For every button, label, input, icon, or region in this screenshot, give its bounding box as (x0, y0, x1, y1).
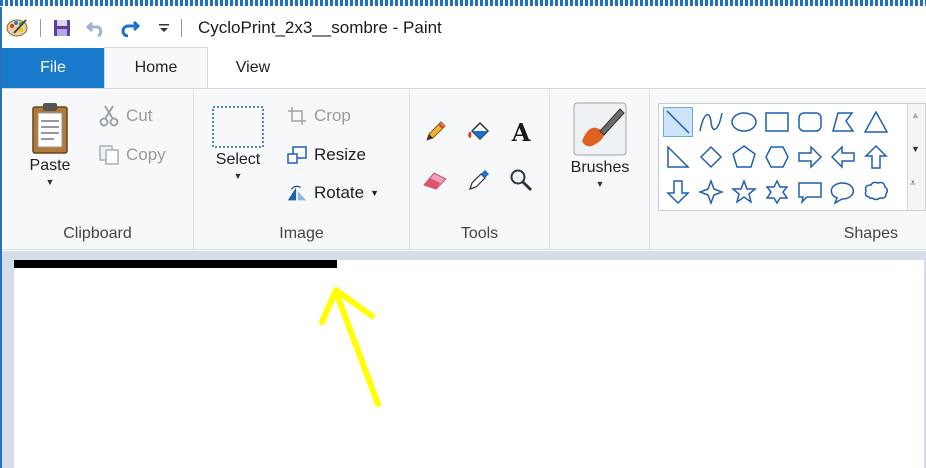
annotation-arrow-icon (319, 287, 381, 407)
